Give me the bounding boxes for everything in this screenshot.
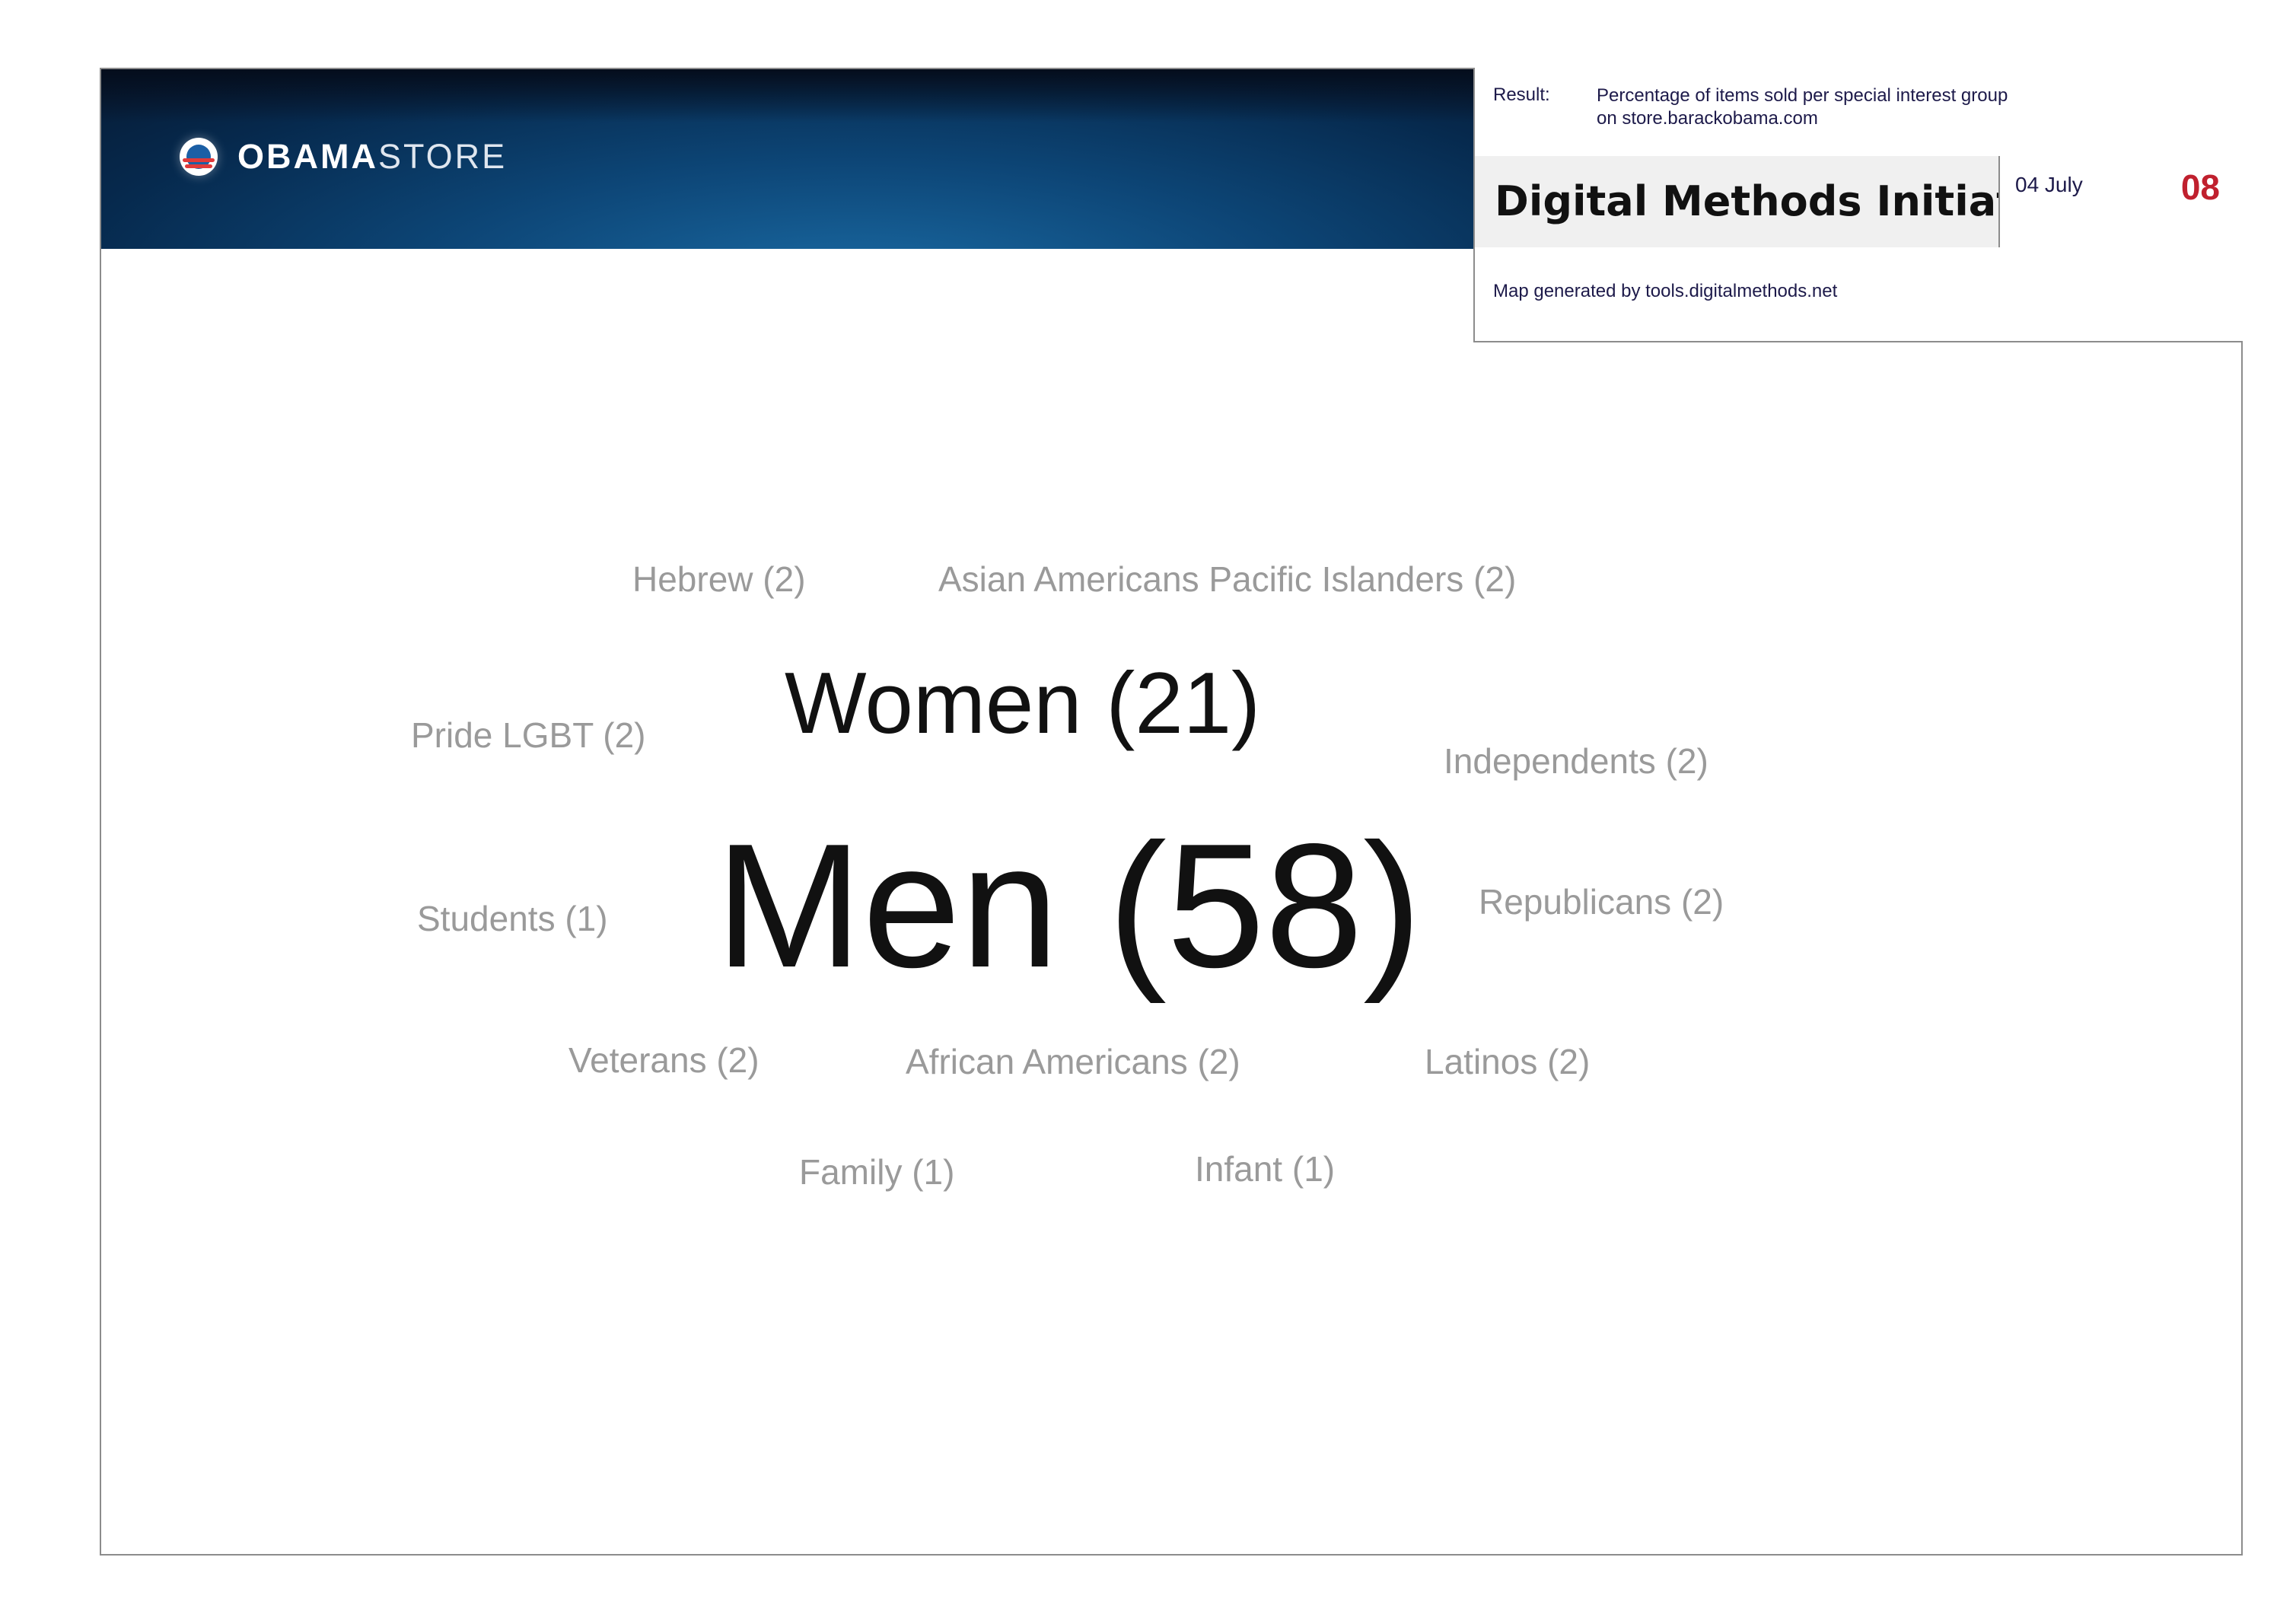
tag-veterans: Veterans (2) <box>568 1040 759 1080</box>
store-logo-text: OBAMASTORE <box>237 137 508 176</box>
tag-african-americans: African Americans (2) <box>906 1042 1240 1081</box>
tag-pride-lgbt: Pride LGBT (2) <box>411 715 646 755</box>
title-box: Digital Methods Initiative <box>1473 156 2084 249</box>
map-credit-box: Map generated by tools.digitalmethods.ne… <box>1473 247 2243 342</box>
map-credit: Map generated by tools.digitalmethods.ne… <box>1493 281 1838 301</box>
tag-infant: Infant (1) <box>1195 1149 1336 1189</box>
tag-asian-americans-pacific-islanders: Asian Americans Pacific Islanders (2) <box>938 559 1517 599</box>
result-description: Percentage of items sold per special int… <box>1597 85 2008 129</box>
tag-women: Women (21) <box>785 655 1261 752</box>
tag-independents: Independents (2) <box>1444 741 1708 781</box>
obama-logo-icon <box>180 138 218 176</box>
sheet-number: 08 <box>2180 167 2220 207</box>
tag-hebrew: Hebrew (2) <box>632 559 806 599</box>
tag-men: Men (58) <box>715 807 1422 1005</box>
date-box: 04 July 08 <box>1998 156 2243 249</box>
tag-republicans: Republicans (2) <box>1479 882 1724 922</box>
tag-latinos: Latinos (2) <box>1425 1042 1591 1081</box>
date-label: 04 July <box>2015 173 2083 196</box>
page-title: Digital Methods Initiative <box>1495 177 2085 225</box>
tag-family: Family (1) <box>799 1152 955 1192</box>
result-label: Result: <box>1493 84 1550 105</box>
tag-students: Students (1) <box>417 899 608 938</box>
result-box: Result: Percentage of items sold per spe… <box>1473 68 2243 158</box>
